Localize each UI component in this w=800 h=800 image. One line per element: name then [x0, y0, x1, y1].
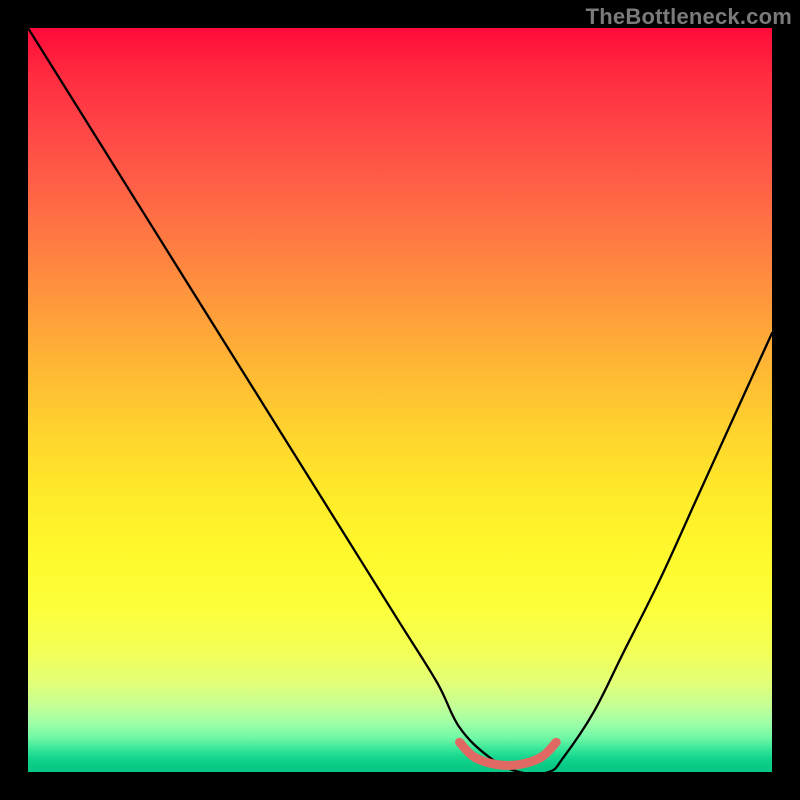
curve-layer: [28, 28, 772, 772]
plot-area: [28, 28, 772, 772]
watermark-text: TheBottleneck.com: [586, 4, 792, 30]
chart-frame: TheBottleneck.com: [0, 0, 800, 800]
bottleneck-curve: [28, 28, 772, 772]
